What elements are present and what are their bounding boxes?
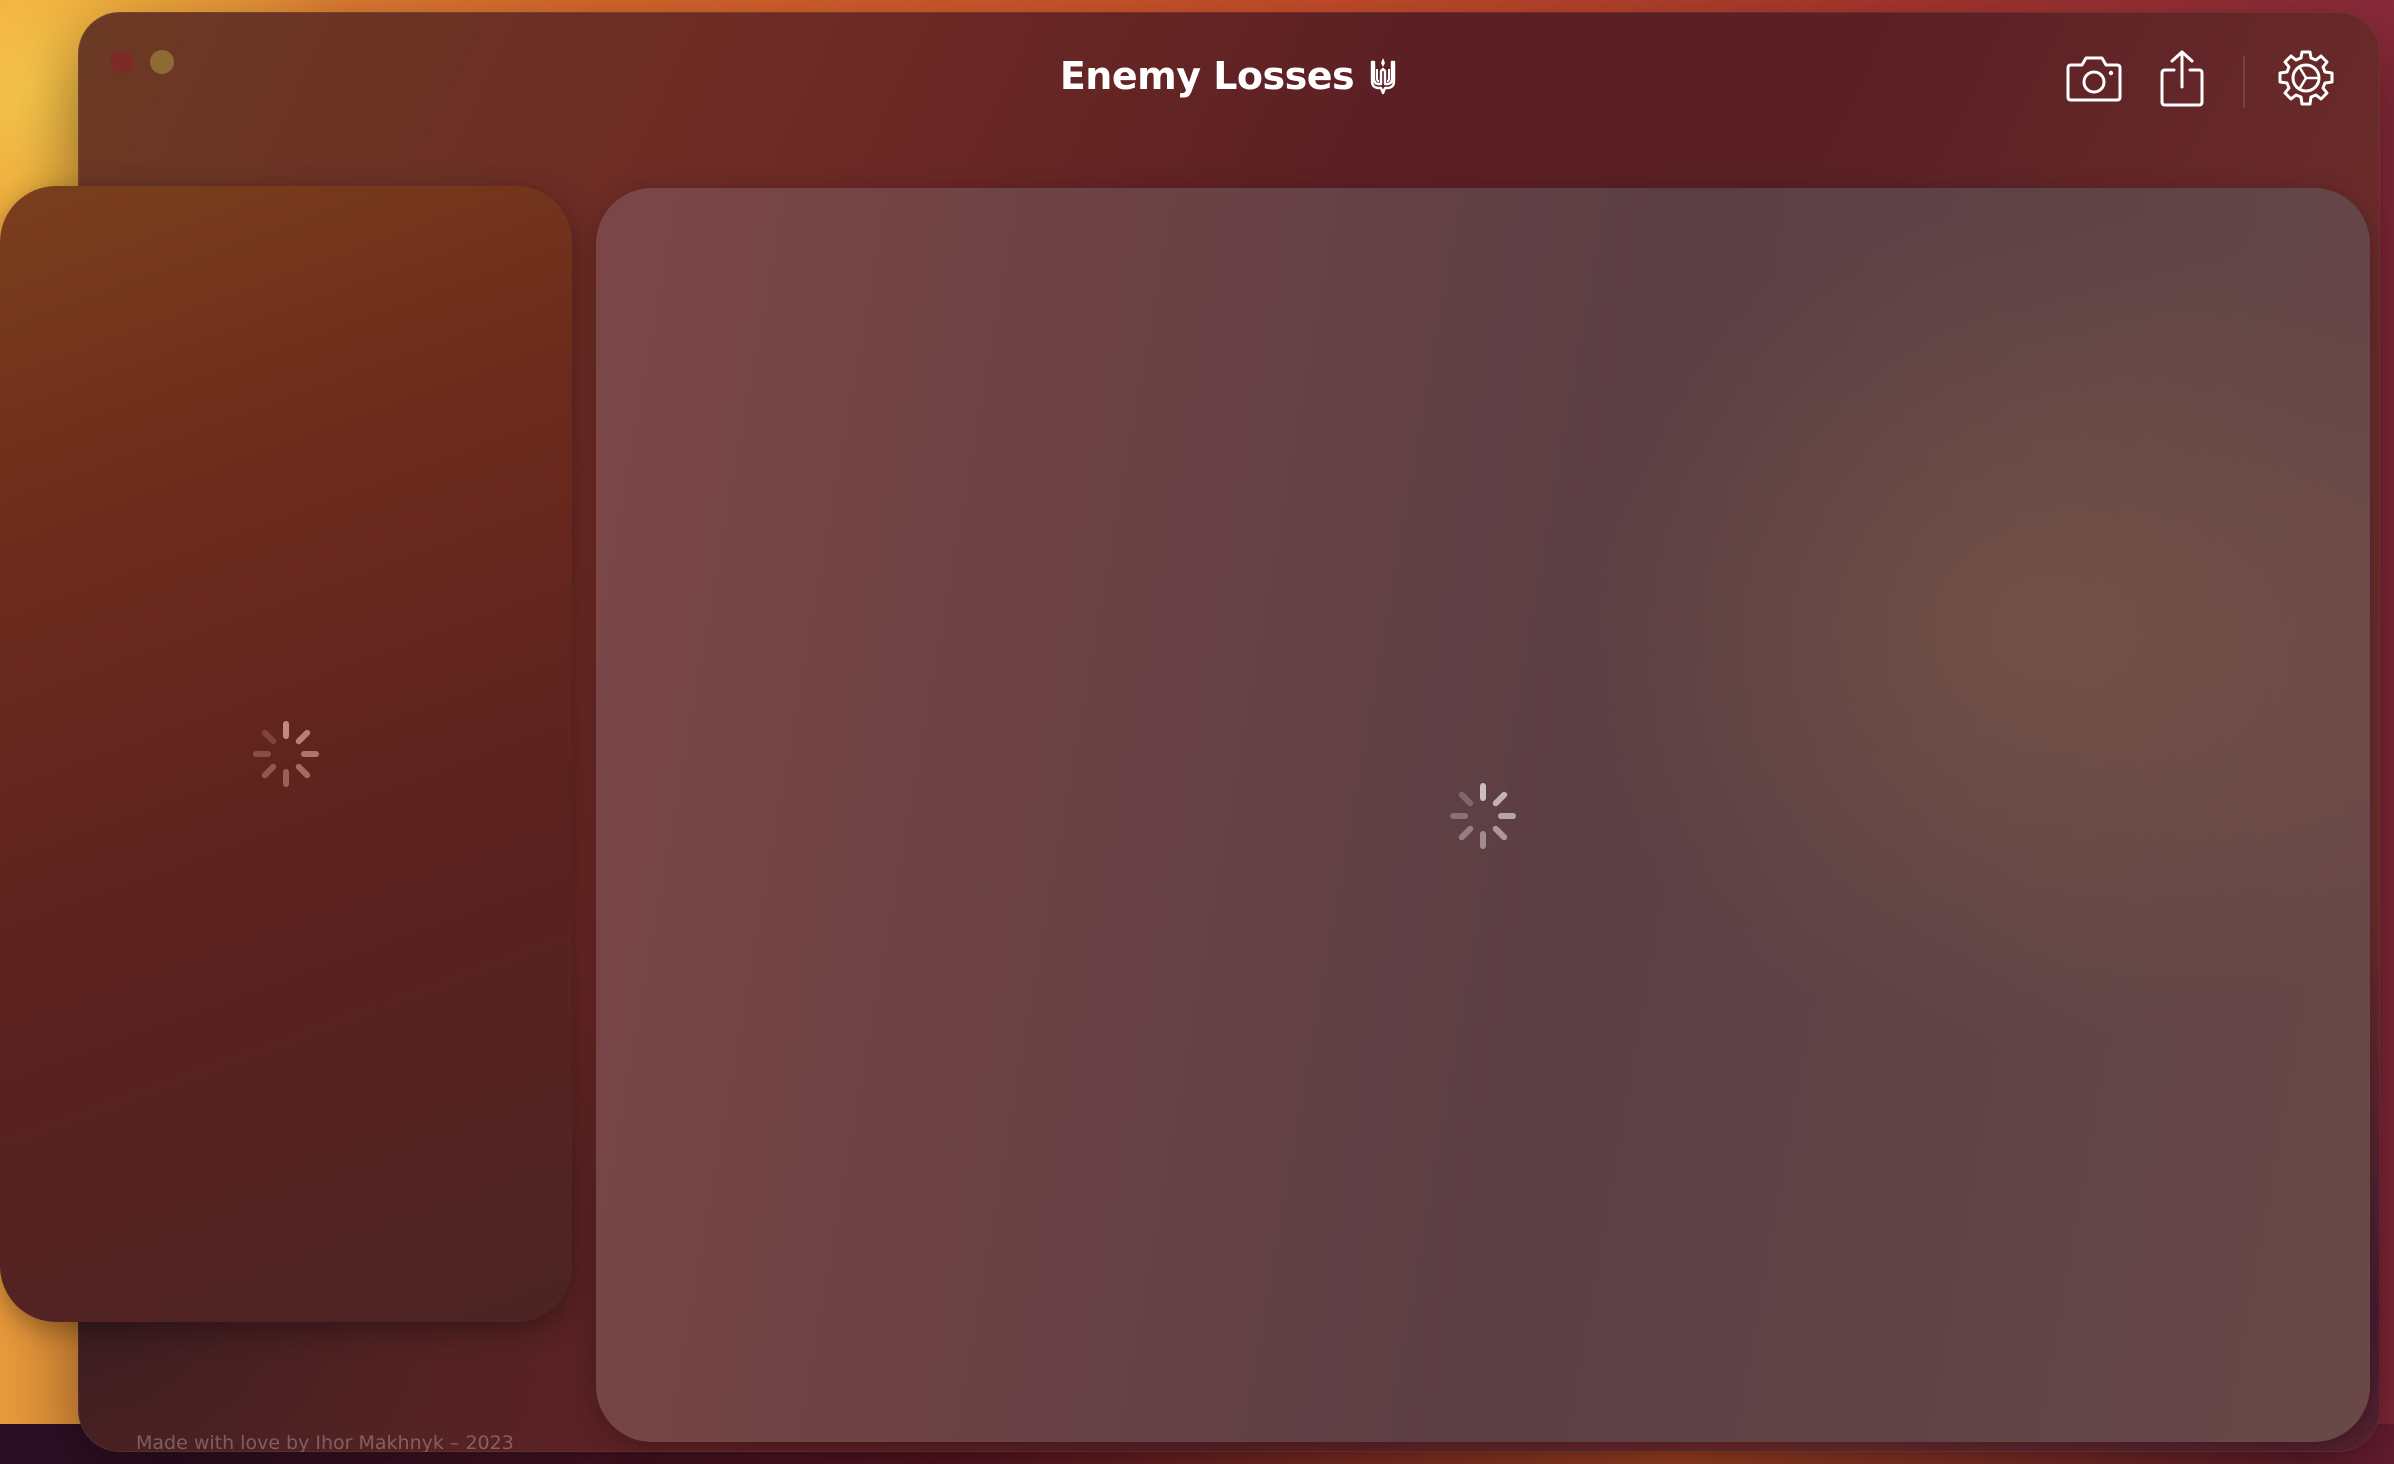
window-title: Enemy Losses (78, 54, 2380, 98)
screenshot-button[interactable] (2064, 48, 2124, 108)
spinner-icon (253, 721, 319, 787)
app-title: Enemy Losses (1059, 54, 1355, 98)
settings-button[interactable] (2276, 48, 2336, 108)
camera-icon (2066, 56, 2122, 102)
share-button[interactable] (2152, 48, 2212, 108)
ukrainian-trident-icon (1370, 58, 1396, 95)
toolbar-divider (2243, 56, 2245, 108)
gear-icon (2278, 50, 2334, 106)
footer-credit: Made with love by Ihor Makhnyk – 2023 (136, 1432, 514, 1452)
details-panel (596, 188, 2370, 1442)
summary-panel (0, 186, 572, 1322)
share-icon (2160, 50, 2204, 107)
spinner-icon (1450, 783, 1516, 849)
